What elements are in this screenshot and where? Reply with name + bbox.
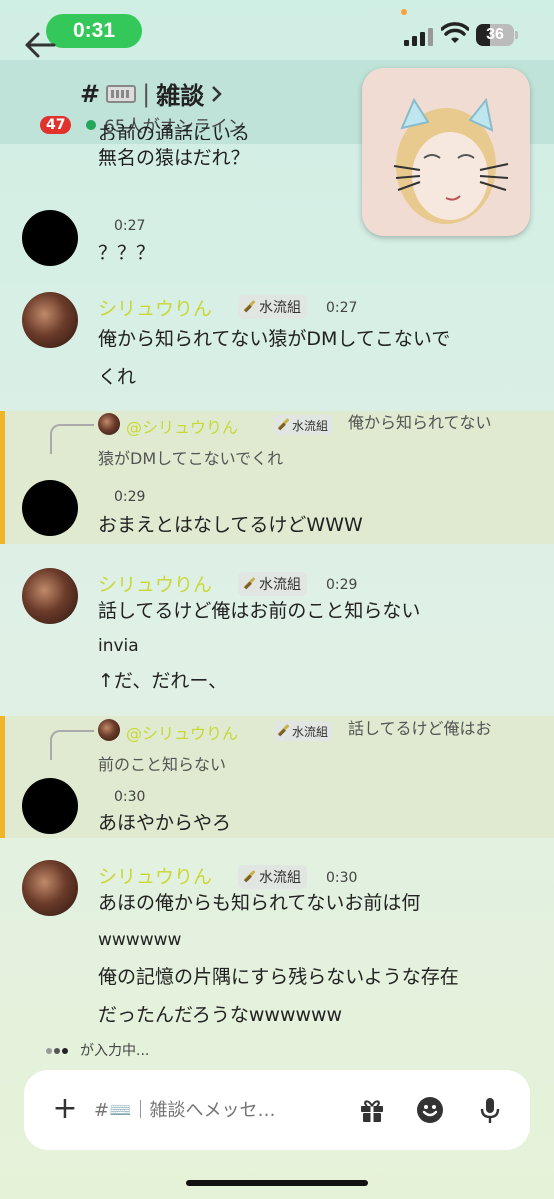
channel-separator: | bbox=[142, 79, 151, 108]
sword-icon bbox=[242, 870, 256, 884]
role-tag[interactable]: 水流組 bbox=[238, 295, 307, 319]
avatar[interactable] bbox=[22, 292, 78, 348]
reply-preview-line: 話してるけど俺はお bbox=[348, 719, 492, 738]
streamer-avatar-image bbox=[393, 97, 509, 224]
typing-indicator: が入力中... bbox=[46, 1040, 149, 1060]
microphone-icon[interactable] bbox=[476, 1096, 504, 1124]
avatar[interactable] bbox=[22, 210, 78, 266]
message-timestamp: 0:27 bbox=[114, 218, 146, 234]
avatar[interactable] bbox=[22, 860, 78, 916]
message-line: お前の通話にいる bbox=[98, 123, 251, 140]
reply-preview-line: 前のこと知らない bbox=[98, 755, 227, 774]
battery-level: 36 bbox=[486, 26, 504, 43]
avatar[interactable] bbox=[22, 778, 78, 834]
online-dot bbox=[86, 119, 96, 130]
gift-icon[interactable] bbox=[358, 1096, 386, 1124]
reply-preview-line: 猿がDMしてこないでくれ bbox=[98, 449, 284, 468]
message-timestamp: 0:29 bbox=[114, 489, 146, 505]
message-line: だったんだろうなwwwwww bbox=[98, 1004, 343, 1026]
channel-hash: # bbox=[80, 79, 101, 108]
message-timestamp: 0:27 bbox=[326, 300, 358, 316]
avatar[interactable] bbox=[22, 568, 78, 624]
role-label: 水流組 bbox=[259, 577, 301, 593]
chevron-right-icon bbox=[212, 85, 222, 102]
message-line: 俺の記憶の片隅にすら残らないような存在 bbox=[98, 966, 459, 988]
reply-preview[interactable]: 話してるけど俺はお 前のこと知らない bbox=[98, 712, 492, 782]
reply-preview[interactable]: 俺から知られてない 猿がDMしてこないでくれ bbox=[98, 406, 492, 476]
message-composer: + bbox=[24, 1070, 530, 1150]
picture-in-picture-video[interactable] bbox=[362, 68, 530, 236]
typing-dots-icon bbox=[46, 1042, 70, 1058]
back-arrow-icon[interactable] bbox=[24, 30, 56, 60]
unread-badge: 47 bbox=[38, 114, 74, 136]
author-name[interactable]: シリュウりん bbox=[98, 294, 212, 321]
message-line: 話してるけど俺はお前のこと知らない bbox=[98, 600, 421, 622]
status-time[interactable]: 0:31 bbox=[46, 14, 142, 48]
avatar[interactable] bbox=[22, 480, 78, 536]
role-label: 水流組 bbox=[259, 300, 301, 316]
sword-icon bbox=[242, 577, 256, 591]
message-line: 無名の猿はだれ？ bbox=[98, 147, 250, 169]
signal-icon bbox=[404, 26, 434, 46]
reply-preview-line: 俺から知られてない bbox=[348, 413, 492, 432]
channel-title[interactable]: # | 雑談 bbox=[80, 76, 224, 111]
reply-connector bbox=[50, 730, 94, 760]
message-text: おまえとはなしてるけどWWW bbox=[98, 514, 363, 536]
message-line: あほの俺からも知られてないお前は何 bbox=[98, 892, 421, 914]
message-timestamp: 0:30 bbox=[114, 789, 146, 805]
sword-icon bbox=[242, 300, 256, 314]
battery-nub bbox=[515, 31, 518, 39]
typing-text: が入力中... bbox=[80, 1043, 150, 1059]
channel-name: 雑談 bbox=[156, 82, 205, 110]
message-input[interactable] bbox=[94, 1094, 334, 1126]
status-bar: 0:31 36 bbox=[0, 0, 554, 60]
message-line: invia bbox=[98, 636, 139, 656]
battery-icon: 36 bbox=[476, 24, 514, 46]
reply-connector bbox=[50, 424, 94, 454]
plus-icon[interactable]: + bbox=[50, 1094, 80, 1124]
message-line: ↑だ、だれー、 bbox=[98, 670, 228, 692]
message-line: 俺から知られてない猿がDMしてこないで bbox=[98, 328, 451, 350]
message-timestamp: 0:29 bbox=[326, 577, 358, 593]
message-line: くれ bbox=[98, 366, 137, 388]
message-text: あほの俺からも知られてないお前は何 wwwwww 俺の記憶の片隅にすら残らないよ… bbox=[98, 884, 459, 1034]
privacy-indicator-dot bbox=[401, 9, 407, 15]
wifi-icon bbox=[441, 22, 469, 43]
message-text: 話してるけど俺はお前のこと知らない invia ↑だ、だれー、 bbox=[98, 592, 420, 700]
keyboard-icon bbox=[106, 84, 137, 103]
message-text: ？？？ bbox=[98, 242, 156, 264]
emoji-icon[interactable] bbox=[416, 1096, 444, 1124]
home-indicator[interactable] bbox=[186, 1180, 368, 1186]
message-text: あほやからやろ bbox=[98, 812, 232, 834]
message-text-continuation: お前の通話にいる 無名の猿はだれ？ bbox=[98, 123, 250, 176]
message-line: wwwwww bbox=[98, 930, 182, 950]
message-text: 俺から知られてない猿がDMしてこないで くれ bbox=[98, 320, 450, 396]
